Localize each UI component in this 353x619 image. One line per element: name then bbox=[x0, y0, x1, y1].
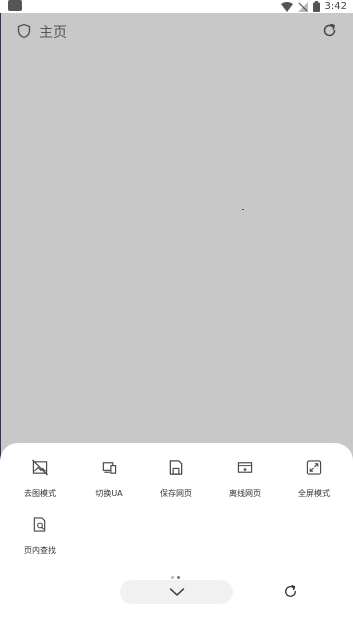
wifi-icon bbox=[280, 1, 293, 12]
menu-item-label: 切换UA bbox=[95, 489, 123, 498]
menu-item-label: 离线网页 bbox=[229, 489, 261, 498]
shield-icon[interactable] bbox=[16, 23, 32, 39]
offline-page-icon bbox=[237, 462, 253, 473]
status-time: 3:42 bbox=[324, 1, 347, 12]
status-icons: 3:42 bbox=[280, 0, 347, 13]
menu-item-find-in-page[interactable]: 页内查找 bbox=[5, 500, 75, 556]
notification-icon bbox=[8, 0, 22, 11]
switch-ua-icon bbox=[102, 462, 117, 474]
menu-item-no-image[interactable]: 去图模式 bbox=[5, 443, 75, 499]
chevron-down-icon bbox=[169, 588, 184, 596]
menu-item-label: 页内查找 bbox=[24, 546, 56, 555]
collapse-menu-button[interactable] bbox=[120, 580, 233, 604]
no-signal-icon bbox=[297, 1, 308, 12]
menu-item-label: 保存网页 bbox=[160, 489, 192, 498]
battery-icon bbox=[312, 1, 320, 12]
menu-item-label: 全屏模式 bbox=[298, 489, 330, 498]
page-indicator bbox=[171, 576, 180, 579]
menu-item-switch-ua[interactable]: 切换UA bbox=[74, 443, 144, 499]
menu-sheet: 去图模式 切换UA 保存网页 离线网页 全屏模式 页内查找 bbox=[0, 443, 353, 619]
find-in-page-icon bbox=[33, 517, 46, 532]
menu-item-offline-page[interactable]: 离线网页 bbox=[210, 443, 280, 499]
loading-indicator bbox=[242, 209, 244, 210]
page-dot[interactable] bbox=[171, 576, 174, 579]
status-bar: 3:42 bbox=[0, 0, 353, 13]
page-dot-active[interactable] bbox=[177, 576, 180, 579]
menu-item-fullscreen[interactable]: 全屏模式 bbox=[279, 443, 349, 499]
address-title[interactable]: 主页 bbox=[39, 22, 67, 42]
no-image-icon bbox=[32, 459, 48, 476]
refresh-icon[interactable] bbox=[321, 22, 338, 39]
save-page-icon bbox=[169, 460, 183, 475]
address-bar: 主页 bbox=[0, 13, 353, 49]
menu-item-label: 去图模式 bbox=[24, 489, 56, 498]
refresh-icon[interactable] bbox=[283, 584, 298, 599]
menu-item-save-page[interactable]: 保存网页 bbox=[141, 443, 211, 499]
fullscreen-icon bbox=[306, 460, 322, 475]
